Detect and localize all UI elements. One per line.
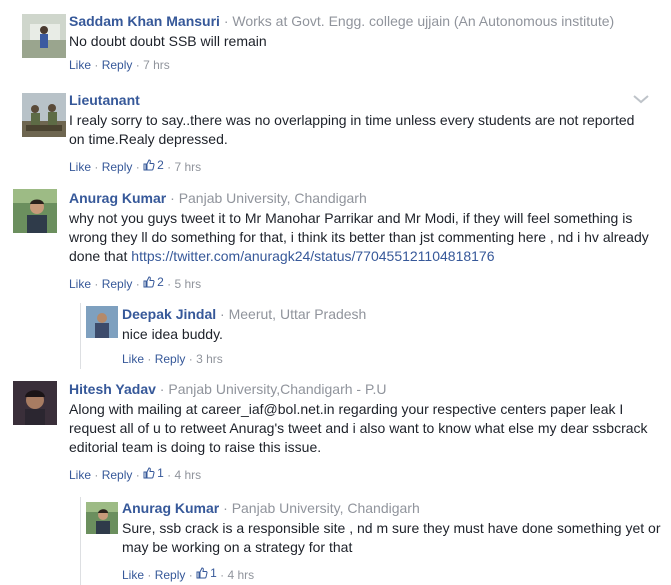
like-count[interactable]: 2 [143,274,164,290]
commenter-work: Panjab University, Chandigarh [178,190,367,206]
avatar[interactable] [86,306,118,338]
avatar[interactable] [86,502,118,534]
avatar[interactable] [22,93,66,137]
like-button[interactable]: Like [122,568,144,582]
timestamp[interactable]: 7 hrs [143,58,170,72]
commenter-name[interactable]: Saddam Khan Mansuri [69,13,220,29]
thumbs-up-icon [143,467,155,479]
timestamp[interactable]: 5 hrs [174,277,201,291]
like-count[interactable]: 1 [143,465,164,481]
thumbs-up-icon [143,276,155,288]
commenter-name[interactable]: Lieutanant [69,92,140,108]
comment-text: No doubt doubt SSB will remain [69,33,267,49]
tweet-link[interactable]: https://twitter.com/anuragk24/status/770… [131,248,494,264]
reply-button[interactable]: Reply [102,160,133,174]
like-count[interactable]: 2 [143,157,164,173]
commenter-work: Works at Govt. Engg. college ujjain (An … [232,13,615,29]
commenter-name[interactable]: Anurag Kumar [122,500,219,516]
like-button[interactable]: Like [69,58,91,72]
comment-text: Along with mailing at career_iaf@bol.net… [69,401,648,455]
reply-deepak: Deepak Jindal · Meerut, Uttar Pradesh ni… [80,298,671,374]
timestamp[interactable]: 4 hrs [227,568,254,582]
like-button[interactable]: Like [69,160,91,174]
avatar[interactable] [13,189,57,233]
comment-lieutanant: Lieutanant I realy sorry to say..there w… [0,86,671,182]
reply-button[interactable]: Reply [155,352,186,366]
avatar[interactable] [13,381,57,425]
reply-button[interactable]: Reply [102,468,133,482]
reply-button[interactable]: Reply [102,58,133,72]
timestamp[interactable]: 4 hrs [174,468,201,482]
thumbs-up-icon [196,567,208,579]
comment-saddam: Saddam Khan Mansuri · Works at Govt. Eng… [0,0,671,86]
commenter-work: Meerut, Uttar Pradesh [228,306,367,322]
commenter-name[interactable]: Deepak Jindal [122,306,216,322]
commenter-work: Panjab University, Chandigarh [231,500,420,516]
thumbs-up-icon [143,159,155,171]
comment-text: I realy sorry to say..there was no overl… [69,112,635,147]
like-count[interactable]: 1 [196,565,217,581]
reply-button[interactable]: Reply [102,277,133,291]
like-button[interactable]: Like [122,352,144,366]
like-button[interactable]: Like [69,277,91,291]
avatar[interactable] [22,14,66,58]
comment-anurag: Anurag Kumar · Panjab University, Chandi… [0,182,671,298]
comment-hitesh: Hitesh Yadav · Panjab University,Chandig… [0,374,671,494]
timestamp[interactable]: 7 hrs [174,160,201,174]
reply-button[interactable]: Reply [155,568,186,582]
timestamp[interactable]: 3 hrs [196,352,223,366]
commenter-name[interactable]: Hitesh Yadav [69,381,156,397]
chevron-down-icon[interactable] [631,92,651,106]
comment-text: nice idea buddy. [122,326,223,342]
commenter-name[interactable]: Anurag Kumar [69,190,166,206]
reply-anurag: Anurag Kumar · Panjab University, Chandi… [80,494,671,585]
commenter-work: Panjab University,Chandigarh - P.U [168,381,387,397]
like-button[interactable]: Like [69,468,91,482]
comment-text: Sure, ssb crack is a responsible site , … [122,520,661,555]
